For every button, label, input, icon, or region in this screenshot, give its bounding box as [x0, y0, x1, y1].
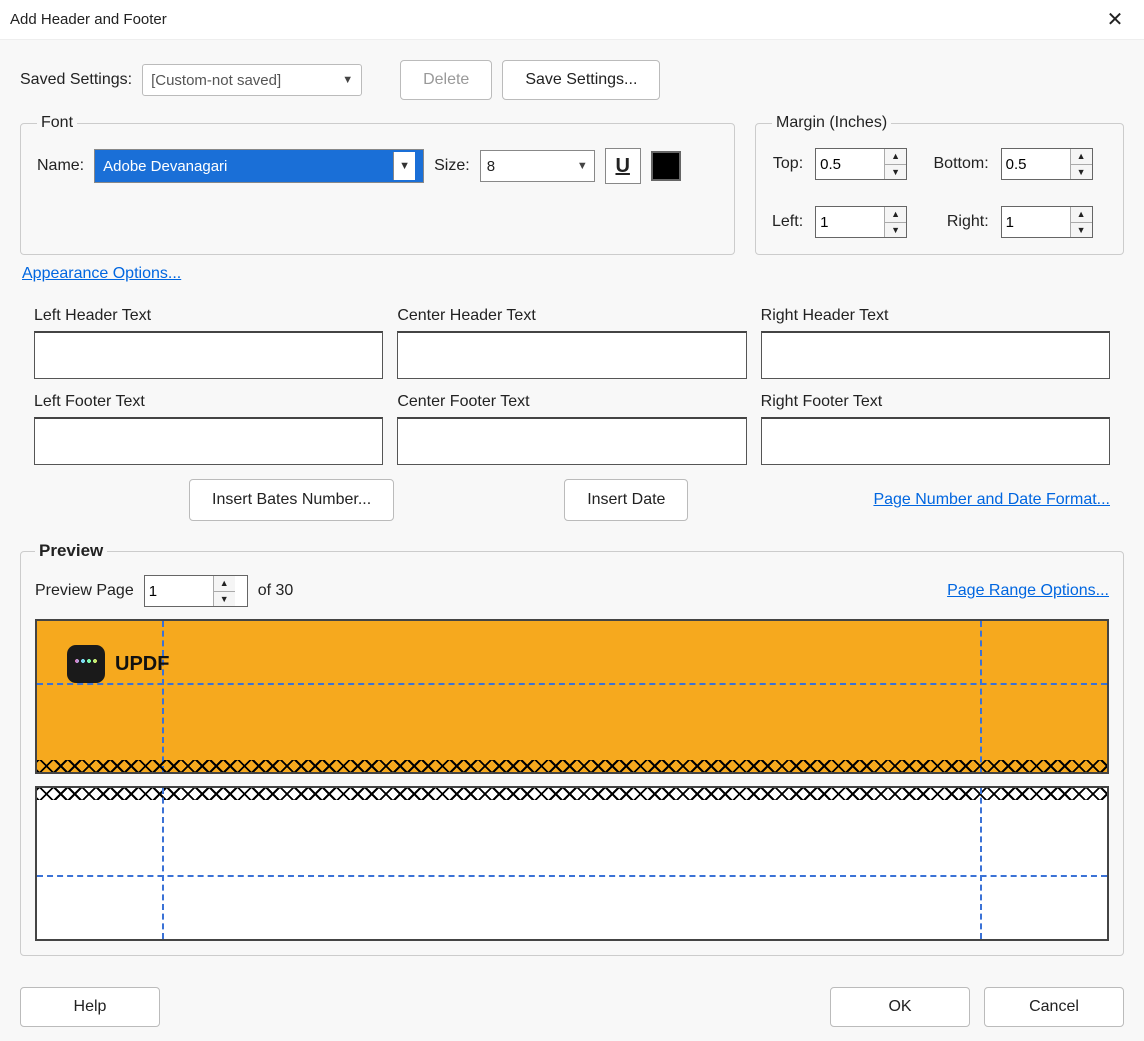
left-footer-input[interactable] — [34, 417, 383, 465]
spin-down-icon[interactable]: ▼ — [885, 223, 906, 238]
margin-left-label: Left: — [772, 213, 803, 231]
close-icon[interactable]: ✕ — [1100, 5, 1130, 35]
spin-up-icon[interactable]: ▲ — [214, 576, 235, 592]
margin-guide — [162, 621, 164, 772]
margin-right-input[interactable]: ▲▼ — [1001, 206, 1093, 238]
page-number-date-format-link[interactable]: Page Number and Date Format... — [873, 491, 1110, 509]
margin-guide — [37, 875, 1107, 877]
right-footer-label: Right Footer Text — [761, 393, 1110, 411]
right-footer-input[interactable] — [761, 417, 1110, 465]
margin-group: Margin (Inches) Top: ▲▼ Bottom: ▲▼ Left:… — [755, 114, 1124, 255]
margin-guide — [980, 788, 982, 939]
tear-edge-icon — [37, 760, 1107, 772]
page-range-options-link[interactable]: Page Range Options... — [947, 582, 1109, 600]
right-header-input[interactable] — [761, 331, 1110, 379]
chevron-down-icon: ▼ — [577, 160, 588, 172]
font-name-value: Adobe Devanagari — [103, 158, 227, 175]
chevron-down-icon: ▼ — [342, 74, 353, 86]
margin-guide — [980, 621, 982, 772]
spin-up-icon[interactable]: ▲ — [885, 207, 906, 223]
center-header-label: Center Header Text — [397, 307, 746, 325]
ok-button[interactable]: OK — [830, 987, 970, 1027]
center-header-input[interactable] — [397, 331, 746, 379]
insert-date-button[interactable]: Insert Date — [564, 479, 688, 521]
saved-settings-select[interactable]: [Custom-not saved] ▼ — [142, 64, 362, 96]
center-footer-input[interactable] — [397, 417, 746, 465]
delete-button[interactable]: Delete — [400, 60, 492, 100]
document-brand: UPDF — [67, 645, 169, 683]
margin-bottom-input[interactable]: ▲▼ — [1001, 148, 1093, 180]
dialog-title: Add Header and Footer — [10, 11, 167, 28]
underline-button[interactable]: U — [605, 148, 641, 184]
margin-bottom-label: Bottom: — [934, 155, 989, 173]
margin-guide — [37, 683, 1107, 685]
left-header-input[interactable] — [34, 331, 383, 379]
margin-left-input[interactable]: ▲▼ — [815, 206, 907, 238]
help-button[interactable]: Help — [20, 987, 160, 1027]
margin-top-label: Top: — [772, 155, 803, 173]
left-footer-label: Left Footer Text — [34, 393, 383, 411]
saved-settings-value: [Custom-not saved] — [151, 72, 281, 89]
font-size-value: 8 — [487, 158, 495, 175]
updf-logo-icon — [67, 645, 105, 683]
margin-bottom-value[interactable] — [1002, 149, 1070, 179]
margin-top-input[interactable]: ▲▼ — [815, 148, 907, 180]
center-footer-label: Center Footer Text — [397, 393, 746, 411]
margin-top-value[interactable] — [816, 149, 884, 179]
font-name-select[interactable]: Adobe Devanagari ▼ — [94, 149, 424, 183]
preview-page-label: Preview Page — [35, 582, 134, 600]
chevron-down-icon: ▼ — [393, 152, 415, 180]
preview-legend: Preview — [35, 541, 107, 561]
left-header-label: Left Header Text — [34, 307, 383, 325]
margin-guide — [162, 788, 164, 939]
font-size-select[interactable]: 8 ▼ — [480, 150, 595, 182]
font-legend: Font — [37, 114, 77, 132]
tear-edge-icon — [37, 788, 1107, 800]
spin-down-icon[interactable]: ▼ — [214, 592, 235, 607]
spin-up-icon[interactable]: ▲ — [885, 149, 906, 165]
spin-up-icon[interactable]: ▲ — [1071, 207, 1092, 223]
brand-text: UPDF — [115, 653, 169, 676]
font-name-label: Name: — [37, 157, 84, 175]
preview-footer-pane — [35, 786, 1109, 941]
preview-page-value[interactable] — [145, 576, 213, 606]
font-group: Font Name: Adobe Devanagari ▼ Size: 8 ▼ … — [20, 114, 735, 255]
margin-left-value[interactable] — [816, 207, 884, 237]
margin-legend: Margin (Inches) — [772, 114, 891, 132]
saved-settings-label: Saved Settings: — [20, 71, 132, 89]
margin-right-label: Right: — [934, 213, 989, 231]
preview-of-text: of 30 — [258, 582, 294, 600]
font-color-swatch[interactable] — [651, 151, 681, 181]
preview-page-input[interactable]: ▲▼ — [144, 575, 248, 607]
preview-group: Preview Preview Page ▲▼ of 30 Page Range… — [20, 541, 1124, 956]
right-header-label: Right Header Text — [761, 307, 1110, 325]
appearance-options-link[interactable]: Appearance Options... — [22, 265, 181, 282]
spin-down-icon[interactable]: ▼ — [1071, 223, 1092, 238]
save-settings-button[interactable]: Save Settings... — [502, 60, 660, 100]
cancel-button[interactable]: Cancel — [984, 987, 1124, 1027]
preview-header-pane: UPDF — [35, 619, 1109, 774]
margin-right-value[interactable] — [1002, 207, 1070, 237]
spin-down-icon[interactable]: ▼ — [1071, 165, 1092, 180]
spin-down-icon[interactable]: ▼ — [885, 165, 906, 180]
spin-up-icon[interactable]: ▲ — [1071, 149, 1092, 165]
insert-bates-button[interactable]: Insert Bates Number... — [189, 479, 394, 521]
font-size-label: Size: — [434, 157, 470, 175]
